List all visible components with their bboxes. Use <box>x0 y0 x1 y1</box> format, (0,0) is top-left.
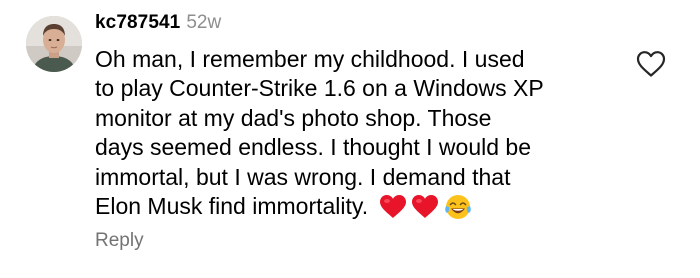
comment-text: Oh man, I remember my childhood. I used … <box>95 45 595 221</box>
avatar[interactable] <box>26 16 82 72</box>
like-button[interactable] <box>636 50 666 78</box>
comment-line: immortal, but I was wrong. I demand that <box>95 163 511 190</box>
comment-line-last: Elon Musk find immortality. <box>95 192 595 221</box>
comment-line: Oh man, I remember my childhood. I used <box>95 46 525 72</box>
emoji-group <box>380 194 472 220</box>
username[interactable]: kc787541 <box>95 12 180 34</box>
red-heart-emoji-icon <box>380 195 407 219</box>
comment-line: days seemed endless. I thought I would b… <box>95 134 532 161</box>
comment-age: 52w <box>186 12 222 33</box>
face-with-tears-of-joy-emoji-icon <box>444 194 472 220</box>
comment-line: to play Counter-Strike 1.6 on a Windows … <box>95 75 544 102</box>
comment-line: monitor at my dad's photo shop. Those <box>95 104 492 131</box>
red-heart-emoji-icon <box>412 195 439 219</box>
comment-item: kc787541 52w Oh man, I remember my child… <box>0 0 700 278</box>
comment-header: kc787541 52w <box>95 12 221 36</box>
reply-button[interactable]: Reply <box>95 230 144 252</box>
comment-line: Elon Musk find immortality. <box>95 193 369 220</box>
heart-outline-icon <box>636 51 666 77</box>
avatar-image <box>26 16 82 72</box>
